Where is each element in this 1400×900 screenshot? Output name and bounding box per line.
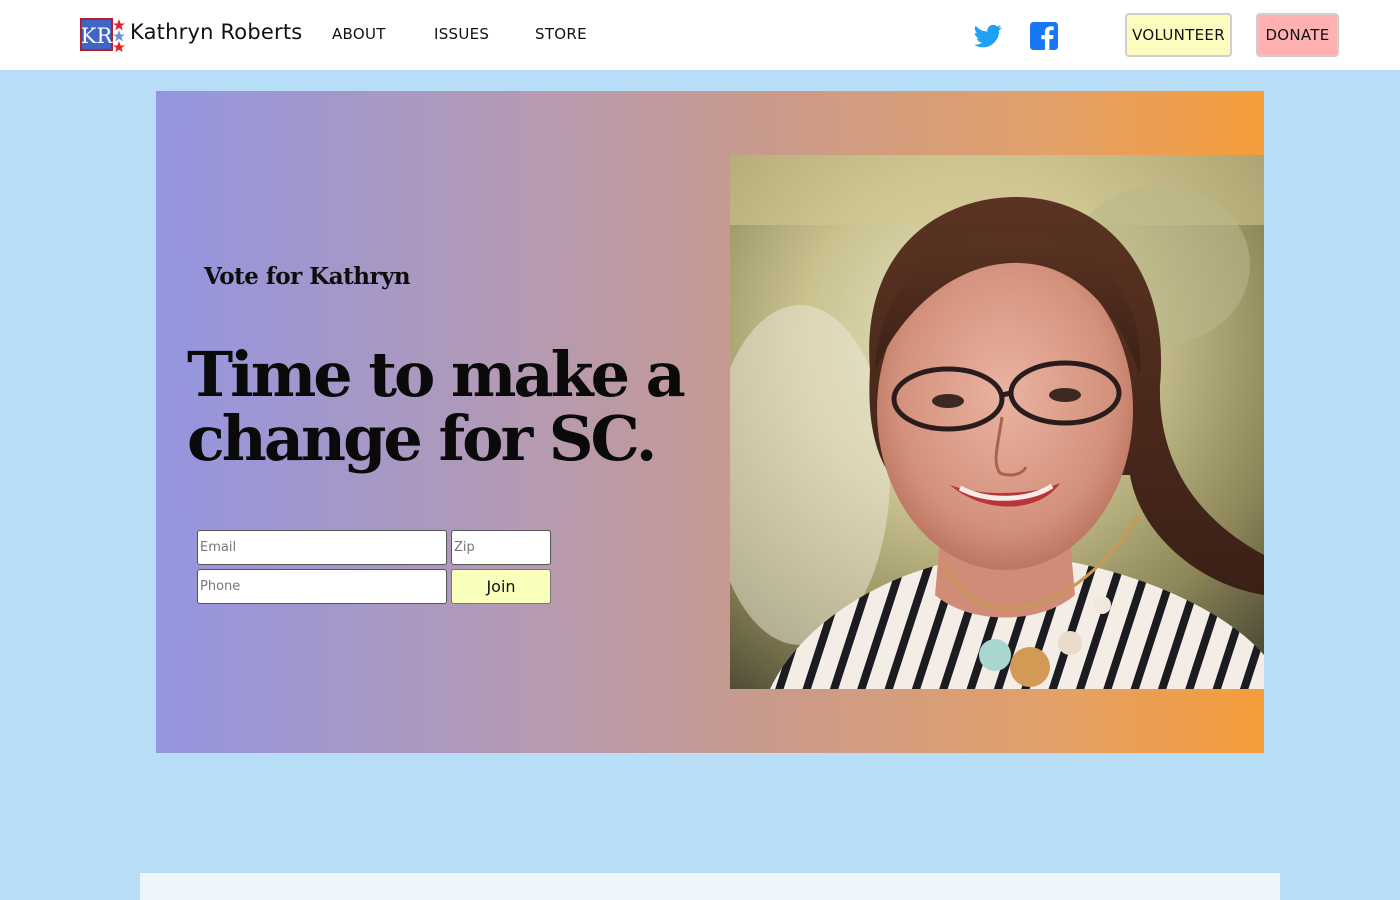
campaign-logo[interactable]: KR: [80, 18, 126, 52]
candidate-photo: [730, 155, 1264, 689]
top-navigation: KR Kathryn Roberts ABOUT ISSUES STORE VO…: [0, 0, 1400, 70]
nav-link-issues[interactable]: ISSUES: [434, 25, 489, 43]
nav-link-store[interactable]: STORE: [535, 25, 587, 43]
email-field[interactable]: [197, 530, 447, 565]
brand-name[interactable]: Kathryn Roberts: [130, 20, 302, 44]
svg-text:KR: KR: [81, 24, 114, 48]
hero-section: Vote for Kathryn Time to make a change f…: [156, 91, 1264, 753]
zip-field[interactable]: [451, 530, 551, 565]
donate-button[interactable]: DONATE: [1256, 13, 1339, 57]
twitter-icon[interactable]: [973, 22, 1003, 50]
hero-headline: Time to make a change for SC.: [187, 338, 686, 475]
facebook-icon[interactable]: [1030, 22, 1058, 50]
hero-eyebrow: Vote for Kathryn: [204, 263, 411, 290]
phone-field[interactable]: [197, 569, 447, 604]
join-button[interactable]: Join: [451, 569, 551, 604]
signup-form: Join: [197, 530, 557, 610]
nav-link-about[interactable]: ABOUT: [332, 25, 386, 43]
volunteer-button[interactable]: VOLUNTEER: [1125, 13, 1232, 57]
content-card: [140, 873, 1280, 900]
